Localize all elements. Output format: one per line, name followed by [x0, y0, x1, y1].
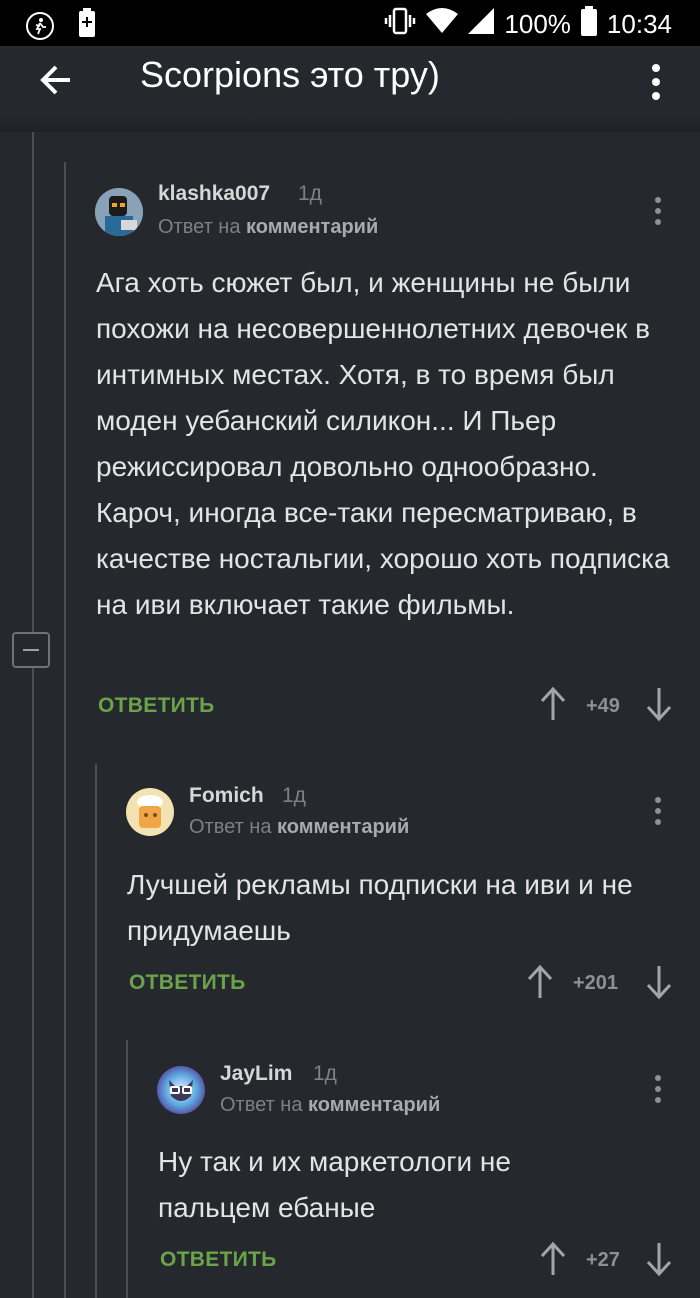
reply-to-prefix: Ответ на	[158, 216, 241, 238]
thread-line-level-3	[95, 764, 97, 1298]
reply-to: Ответ на комментарий	[189, 816, 409, 839]
comment-text: Ну так и их маркетологи не пальцем ебаны…	[158, 1146, 511, 1223]
reply-to: Ответ на комментарий	[220, 1094, 440, 1117]
thread-line-level-4	[126, 1040, 128, 1298]
comment-time: 1д	[282, 784, 306, 807]
comment-author[interactable]: JayLim	[220, 1062, 292, 1086]
comment-score: +27	[586, 1249, 620, 1271]
battery-percent: 100%	[504, 9, 571, 39]
comment-text: Ага хоть сюжет был, и женщины не были по…	[96, 267, 670, 620]
clock: 10:34	[606, 9, 672, 39]
thread-line-level-2	[64, 162, 66, 1298]
upvote-arrow-icon[interactable]	[527, 964, 553, 1004]
reply-to-link[interactable]: комментарий	[308, 1094, 440, 1116]
comment-menu-icon[interactable]	[648, 1072, 668, 1108]
status-bar: 100% 10:34	[0, 0, 700, 46]
battery-saver-icon	[78, 8, 96, 43]
comment-time: 1д	[298, 182, 322, 205]
app-bar: Scorpions это тру)	[0, 46, 700, 132]
battery-icon	[580, 6, 597, 43]
reply-to: Ответ на комментарий	[158, 216, 378, 239]
back-arrow-icon[interactable]	[36, 58, 80, 102]
reply-button[interactable]: ОТВЕТИТЬ	[129, 971, 246, 995]
downvote-arrow-icon[interactable]	[646, 686, 672, 726]
comment-menu-icon[interactable]	[648, 194, 668, 230]
thread-line-level-1	[32, 132, 34, 632]
upvote-arrow-icon[interactable]	[540, 686, 566, 726]
reply-to-link[interactable]: комментарий	[246, 216, 378, 238]
reply-to-prefix: Ответ на	[220, 1094, 303, 1116]
reply-button[interactable]: ОТВЕТИТЬ	[160, 1248, 277, 1272]
app-bar-shadow	[0, 118, 700, 132]
avatar[interactable]	[95, 188, 143, 236]
collapse-thread-button[interactable]	[12, 632, 50, 668]
downvote-arrow-icon[interactable]	[646, 1241, 672, 1281]
page-title: Scorpions это тру)	[140, 54, 440, 95]
comment-text: Лучшей рекламы подписки на иви и не прид…	[127, 869, 633, 946]
comment-author[interactable]: Fomich	[189, 784, 264, 808]
signal-icon	[468, 8, 495, 41]
comment-score: +49	[586, 695, 620, 717]
thread-line-level-1-lower	[32, 668, 34, 1298]
reply-to-prefix: Ответ на	[189, 816, 272, 838]
wifi-icon	[426, 8, 459, 41]
downvote-arrow-icon[interactable]	[646, 964, 672, 1004]
vibrate-icon	[384, 7, 416, 42]
reply-to-link[interactable]: комментарий	[277, 816, 409, 838]
avatar[interactable]	[126, 788, 174, 836]
reply-button[interactable]: ОТВЕТИТЬ	[98, 694, 215, 718]
walking-icon	[26, 11, 54, 40]
comment-author[interactable]: klashka007	[158, 182, 270, 206]
avatar[interactable]	[157, 1066, 205, 1114]
more-options-icon[interactable]	[644, 56, 668, 104]
comment-menu-icon[interactable]	[648, 794, 668, 830]
comment-time: 1д	[313, 1062, 337, 1085]
comment-score: +201	[573, 972, 619, 994]
upvote-arrow-icon[interactable]	[540, 1241, 566, 1281]
